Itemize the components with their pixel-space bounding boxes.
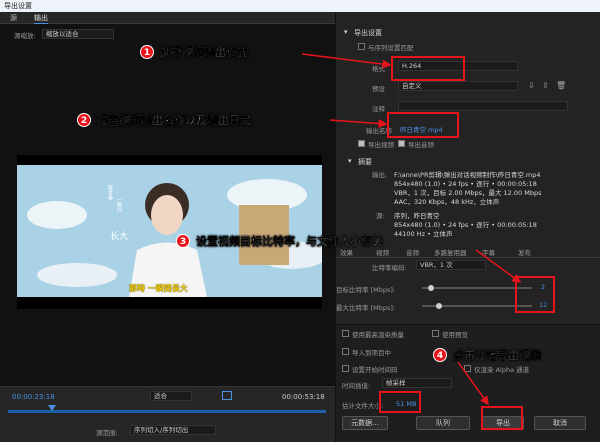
annotation-1-badge: 1 bbox=[140, 45, 154, 59]
annotation-4-badge: 4 bbox=[433, 348, 447, 362]
annotation-3-text: 设置视频目标比特率，与文件大小有关 bbox=[196, 235, 383, 248]
annotation-2-text: 设置视频输出名称以及输出目录 bbox=[97, 114, 251, 127]
annotation-2-badge: 2 bbox=[77, 113, 91, 127]
annotation-3-badge: 3 bbox=[176, 234, 190, 248]
annotation-arrows bbox=[301, 53, 522, 406]
annotation-1-text: 选择视频输出格式 bbox=[160, 46, 248, 59]
annotation-4-text: 点击开始导出视频 bbox=[453, 349, 541, 362]
